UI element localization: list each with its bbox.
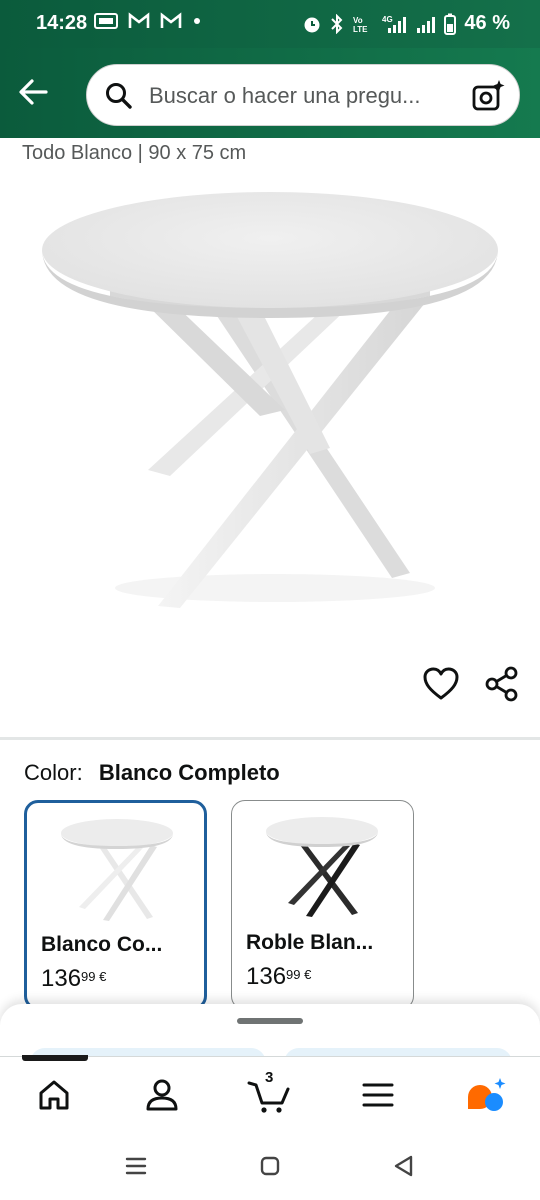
swatch-name: Blanco Co... (41, 933, 163, 956)
volte-icon: VoLTE (353, 16, 368, 34)
swatch-image (61, 819, 173, 921)
share-button[interactable] (482, 664, 522, 704)
bluetooth-icon (331, 13, 343, 34)
price-fraction: 99 € (286, 967, 312, 982)
signal-icon (417, 16, 436, 33)
account-icon (146, 1079, 178, 1111)
status-time: 14:28 (36, 12, 88, 34)
nav-account[interactable] (142, 1075, 182, 1115)
signal-4g-icon: 4G (382, 15, 407, 33)
recents-icon[interactable] (122, 1152, 150, 1180)
gmail-icon (160, 12, 182, 28)
gmail-icon (128, 12, 150, 28)
battery-icon (444, 13, 457, 35)
search-icon (106, 83, 132, 109)
wishlist-button[interactable] (420, 664, 462, 704)
alarm-icon (304, 17, 320, 32)
search-input[interactable]: Buscar o hacer una pregu... (149, 83, 459, 109)
system-back-icon[interactable] (390, 1152, 418, 1180)
color-label: Color: (24, 760, 83, 785)
price-whole: 136 (41, 965, 82, 992)
svg-text:LTE: LTE (353, 25, 368, 34)
svg-text:4G: 4G (382, 15, 393, 24)
media-icon (94, 13, 118, 29)
search-bar[interactable]: Buscar o hacer una pregu... (86, 64, 520, 126)
assistant-icon (468, 1078, 506, 1111)
dot-icon (194, 18, 200, 24)
system-home-icon[interactable] (256, 1152, 284, 1180)
cart-count: 3 (265, 1069, 274, 1086)
share-icon (485, 666, 518, 702)
price-fraction: 99 € (81, 969, 107, 984)
nav-menu[interactable] (358, 1075, 398, 1115)
nav-assistant[interactable] (464, 1075, 506, 1115)
swatch-name: Roble Blan... (246, 931, 374, 954)
battery-percent: 46 % (464, 12, 510, 34)
swatch-image (266, 817, 378, 917)
system-icons: Vo LTE 4G 46 % (302, 12, 510, 35)
sheet-drag-handle[interactable] (237, 1018, 303, 1024)
price-whole: 136 (246, 963, 287, 990)
system-navigation-bar (0, 1132, 540, 1200)
back-arrow-icon (19, 79, 48, 105)
swatch-price: 13699 € (41, 965, 106, 993)
nav-cart[interactable]: 3 (246, 1069, 294, 1115)
color-selector-label: Color: Blanco Completo (24, 760, 280, 786)
color-option-blanco[interactable]: Blanco Co... 13699 € (24, 800, 207, 1010)
color-option-roble-blanco[interactable]: Roble Blan... 13699 € (231, 800, 414, 1010)
nav-home[interactable] (34, 1075, 74, 1115)
truncated-line (22, 126, 222, 134)
product-subtitle: Todo Blanco | 90 x 75 cm (22, 142, 247, 164)
back-button[interactable] (14, 74, 54, 110)
product-image[interactable] (30, 178, 510, 628)
app-screen: 14:28 Vo LTE 4G 46 % Buscar o hacer una p… (0, 0, 540, 1200)
home-icon (39, 1080, 69, 1110)
camera-search-icon[interactable] (471, 79, 505, 113)
svg-text:Vo: Vo (353, 16, 363, 25)
color-selected-value: Blanco Completo (98, 760, 280, 785)
active-tab-indicator (22, 1055, 88, 1061)
heart-icon (423, 667, 459, 700)
notification-icons (94, 12, 202, 30)
top-header: Buscar o hacer una pregu... (0, 48, 540, 138)
menu-icon (362, 1083, 394, 1107)
status-bar: 14:28 Vo LTE 4G 46 % (0, 0, 540, 48)
swatch-price: 13699 € (246, 963, 311, 991)
bottom-navigation: 3 (0, 1055, 540, 1132)
section-divider (0, 737, 540, 740)
